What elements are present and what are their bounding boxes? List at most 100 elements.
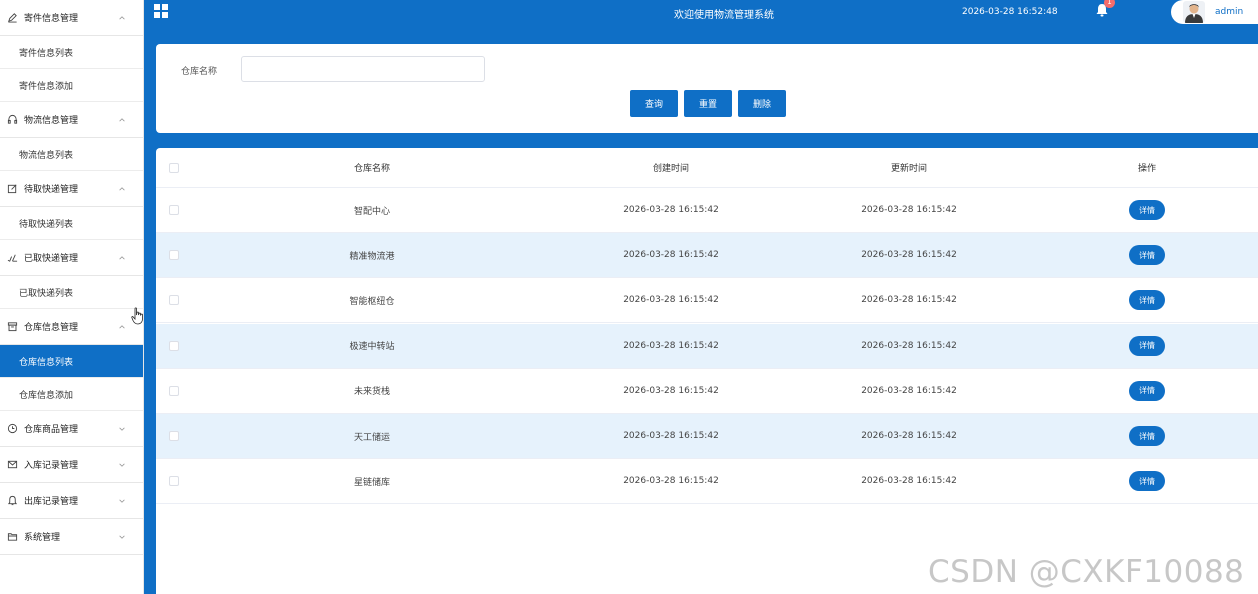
cell-warehouse-name: 星链储库 <box>353 477 390 488</box>
sidebar-group-6[interactable]: 仓库商品管理 <box>0 411 143 447</box>
select-all-checkbox-cell[interactable] <box>168 148 180 187</box>
sidebar-group-1[interactable]: 寄件信息管理 <box>0 0 143 36</box>
cell-created-time: 2026-03-28 16:15:42 <box>623 205 719 215</box>
sidebar-item-2-1[interactable]: 物流信息列表 <box>0 138 143 171</box>
avatar <box>1183 1 1205 23</box>
detail-button[interactable]: 详情 <box>1129 200 1165 220</box>
row-checkbox[interactable] <box>169 295 179 306</box>
sidebar-group-5[interactable]: 仓库信息管理 <box>0 309 143 345</box>
chevron-up-icon <box>117 13 127 23</box>
sidebar-group-label: 待取快递管理 <box>24 185 79 195</box>
sidebar-group-3[interactable]: 待取快递管理 <box>0 171 143 207</box>
detail-button[interactable]: 详情 <box>1129 426 1165 446</box>
warehouse-table: 仓库名称 创建时间 更新时间 操作 智配中心 2026-03-28 16:15:4… <box>156 148 1258 594</box>
row-checkbox-cell[interactable] <box>168 414 180 458</box>
detail-button[interactable]: 详情 <box>1129 380 1165 401</box>
grid-menu-icon[interactable] <box>154 4 168 18</box>
cell-updated-time: 2026-03-28 16:15:42 <box>861 205 957 215</box>
user-menu[interactable]: admin <box>1171 0 1258 24</box>
sidebar-group-label: 物流信息管理 <box>24 116 79 126</box>
sidebar-group-9[interactable]: 系统管理 <box>0 519 143 555</box>
sidebar-item-1-1[interactable]: 寄件信息列表 <box>0 36 143 69</box>
row-checkbox[interactable] <box>169 385 179 396</box>
cell-warehouse-name: 精准物流港 <box>349 251 395 262</box>
column-header-operation: 操作 <box>1137 164 1156 174</box>
row-checkbox-cell[interactable] <box>168 459 180 503</box>
table-row: 智能枢纽仓 2026-03-28 16:15:42 2026-03-28 16:15… <box>156 278 1258 324</box>
signature-icon <box>6 252 18 264</box>
row-checkbox[interactable] <box>169 340 179 351</box>
sidebar-group-2[interactable]: 物流信息管理 <box>0 102 143 138</box>
sidebar-item-1-2[interactable]: 寄件信息添加 <box>0 69 143 102</box>
cell-warehouse-name: 智能枢纽仓 <box>349 296 395 307</box>
row-checkbox[interactable] <box>169 431 179 441</box>
sidebar-item-3-1[interactable]: 待取快递列表 <box>0 207 143 240</box>
cell-warehouse-name: 极速中转站 <box>349 342 395 353</box>
reset-button[interactable]: 重置 <box>684 90 732 117</box>
cell-updated-time: 2026-03-28 16:15:42 <box>861 295 957 306</box>
delete-button[interactable]: 删除 <box>738 90 786 117</box>
detail-button[interactable]: 详情 <box>1129 290 1165 311</box>
cell-updated-time: 2026-03-28 16:15:42 <box>861 340 957 351</box>
hand-cursor-icon <box>131 307 143 325</box>
row-checkbox[interactable] <box>169 476 179 487</box>
sidebar-item-5-2[interactable]: 仓库信息添加 <box>0 378 143 411</box>
cell-operation: 详情 <box>1047 459 1247 503</box>
cell-updated-time: 2026-03-28 16:15:42 <box>861 476 957 487</box>
table-row: 智配中心 2026-03-28 16:15:42 2026-03-28 16:15:… <box>156 188 1258 233</box>
select-all-checkbox[interactable] <box>169 162 179 173</box>
sidebar-group-label: 系统管理 <box>24 533 61 543</box>
header-datetime: 2026-03-28 16:52:48 <box>962 7 1058 17</box>
cell-created-time: 2026-03-28 16:15:42 <box>623 340 719 351</box>
bell-icon <box>6 495 18 507</box>
app-root: 寄件信息管理 寄件信息列表 寄件信息添加物流信息管理物流信息列表待取快递管理待取快递… <box>0 0 1258 594</box>
cell-operation: 详情 <box>1047 324 1247 368</box>
notification-badge: 1 <box>1104 0 1115 8</box>
header-title: 欢迎使用物流管理系统 <box>674 10 774 21</box>
sidebar-group-4[interactable]: 已取快递管理 <box>0 240 143 276</box>
cell-created-time: 2026-03-28 16:15:42 <box>623 250 719 261</box>
row-checkbox-cell[interactable] <box>168 369 180 413</box>
table-row: 星链储库 2026-03-28 16:15:42 2026-03-28 16:15:… <box>156 459 1258 505</box>
column-header-name: 仓库名称 <box>353 164 390 174</box>
cell-warehouse-name: 未来货栈 <box>353 387 390 398</box>
column-header-created: 创建时间 <box>652 164 689 174</box>
warehouse-name-input[interactable] <box>241 56 485 82</box>
sidebar-group-7[interactable]: 入库记录管理 <box>0 447 143 483</box>
detail-button[interactable]: 详情 <box>1129 471 1165 492</box>
column-header-updated: 更新时间 <box>890 164 927 174</box>
headphones-icon <box>6 114 18 126</box>
chevron-up-icon <box>117 253 127 263</box>
row-checkbox-cell[interactable] <box>168 233 180 277</box>
chevron-down-icon <box>117 532 127 542</box>
row-checkbox-cell[interactable] <box>168 278 180 322</box>
cell-created-time: 2026-03-28 16:15:42 <box>623 295 719 306</box>
cell-warehouse-name: 天工储运 <box>353 432 390 443</box>
sidebar-group-label: 出库记录管理 <box>24 497 79 507</box>
table-row: 天工储运 2026-03-28 16:15:42 2026-03-28 16:15:… <box>156 414 1258 459</box>
detail-button[interactable]: 详情 <box>1129 245 1165 266</box>
chevron-up-icon <box>117 115 127 125</box>
sidebar-group-label: 已取快递管理 <box>24 254 79 264</box>
row-checkbox[interactable] <box>169 205 179 215</box>
row-checkbox-cell[interactable] <box>168 188 180 232</box>
cell-updated-time: 2026-03-28 16:15:42 <box>861 250 957 261</box>
chevron-down-icon <box>117 460 127 470</box>
top-header: 欢迎使用物流管理系统 2026-03-28 16:52:48 1 admin <box>144 0 1258 24</box>
user-name: admin <box>1215 7 1244 17</box>
cell-created-time: 2026-03-28 16:15:42 <box>623 476 719 487</box>
cell-operation: 详情 <box>1047 278 1247 322</box>
sidebar-group-8[interactable]: 出库记录管理 <box>0 483 143 519</box>
row-checkbox[interactable] <box>169 250 179 261</box>
cell-created-time: 2026-03-28 16:15:42 <box>623 385 719 396</box>
sidebar-group-label: 仓库商品管理 <box>24 425 79 435</box>
sidebar-item-5-1[interactable]: 仓库信息列表 <box>0 345 143 378</box>
table-header-row: 仓库名称 创建时间 更新时间 操作 <box>156 148 1258 188</box>
row-checkbox-cell[interactable] <box>168 324 180 368</box>
query-button[interactable]: 查询 <box>630 90 678 117</box>
cell-created-time: 2026-03-28 16:15:42 <box>623 431 719 441</box>
chevron-up-icon <box>117 322 127 332</box>
sidebar-item-4-1[interactable]: 已取快递列表 <box>0 276 143 309</box>
detail-button[interactable]: 详情 <box>1129 335 1165 356</box>
sidebar: 寄件信息管理 寄件信息列表 寄件信息添加物流信息管理物流信息列表待取快递管理待取快递… <box>0 0 144 594</box>
